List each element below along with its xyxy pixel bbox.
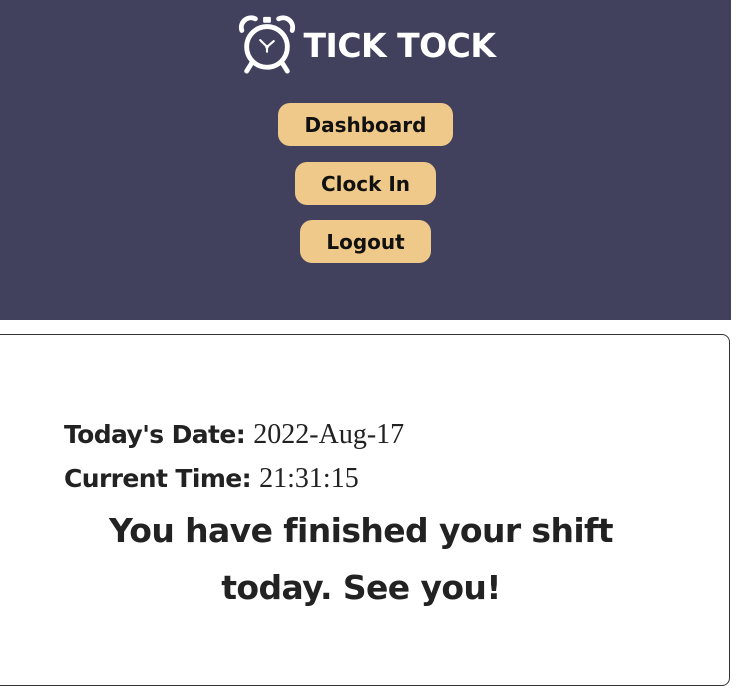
shift-status-card: Today's Date: 2022-Aug-17 Current Time: … (0, 334, 730, 686)
todays-date-value: 2022-Aug-17 (253, 419, 405, 450)
current-time-row: Current Time: 21:31:15 (64, 465, 359, 493)
app-header: TICK TOCK Dashboard Clock In Logout (0, 0, 731, 320)
brand[interactable]: TICK TOCK (0, 12, 731, 76)
current-time-value: 21:31:15 (259, 463, 359, 494)
clock-in-button[interactable]: Clock In (295, 162, 436, 205)
todays-date-label: Today's Date: (64, 420, 254, 449)
logout-button[interactable]: Logout (300, 220, 431, 263)
dashboard-button[interactable]: Dashboard (278, 103, 453, 146)
todays-date-row: Today's Date: 2022-Aug-17 (64, 421, 404, 449)
brand-name: TICK TOCK (303, 25, 496, 65)
current-time-label: Current Time: (64, 464, 260, 493)
alarm-clock-icon (238, 15, 295, 74)
shift-finished-message: You have finished your shift today. See … (109, 511, 614, 607)
